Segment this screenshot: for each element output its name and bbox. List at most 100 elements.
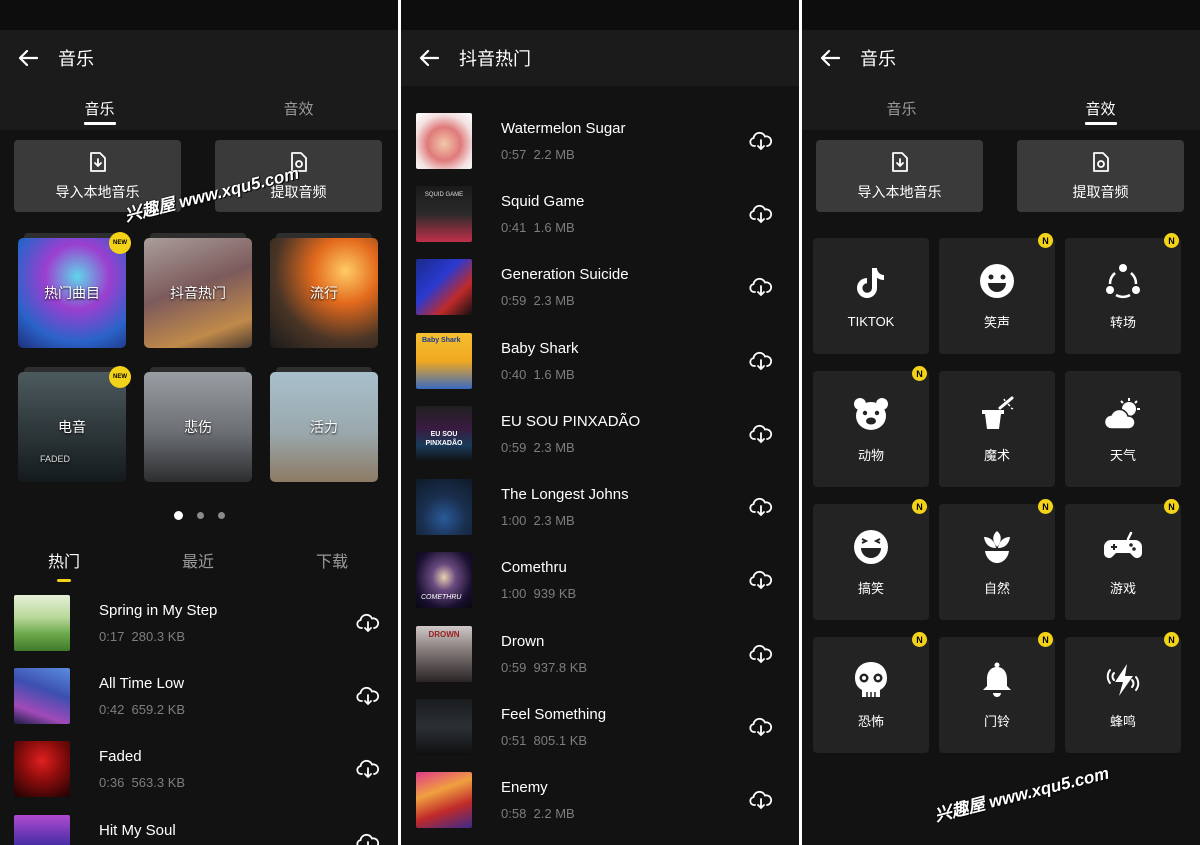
cloud-download-icon[interactable] <box>747 786 775 814</box>
effect-label: 搞笑 <box>857 580 884 596</box>
cloud-download-icon[interactable] <box>354 829 382 845</box>
effect-magic[interactable]: 魔术 <box>939 371 1055 487</box>
back-arrow-icon[interactable] <box>818 46 842 70</box>
flower-icon <box>980 528 1014 566</box>
song-row[interactable]: COMETHRU Comethru 1:00 939 KB <box>416 544 777 617</box>
song-row[interactable]: EU SOU PINXADÃO EU SOU PINXADÃO 0:59 2.3… <box>416 397 777 470</box>
category-hot-tracks[interactable]: 热门曲目 NEW <box>18 232 131 348</box>
page-title: 音乐 <box>860 49 896 69</box>
cloud-download-icon[interactable] <box>747 420 775 448</box>
category-label: 悲伤 <box>184 419 212 435</box>
effect-laughter[interactable]: 笑声 N <box>939 233 1055 354</box>
extract-label: 提取音频 <box>1072 184 1129 200</box>
category-energetic[interactable]: 活力 <box>270 367 378 482</box>
tab-music[interactable]: 音乐 <box>802 86 1001 130</box>
page-title: 抖音热门 <box>459 49 531 69</box>
cloud-download-icon[interactable] <box>747 200 775 228</box>
page-dot[interactable] <box>173 511 183 520</box>
extract-label: 提取音频 <box>270 184 327 200</box>
new-badge: N <box>1164 499 1179 514</box>
effect-label: 天气 <box>1109 447 1136 463</box>
effect-label: 动物 <box>857 447 884 463</box>
cloud-download-icon[interactable] <box>747 713 775 741</box>
song-title: Faded <box>99 748 142 766</box>
cloud-download-icon[interactable] <box>747 127 775 155</box>
effect-game[interactable]: 游戏 N <box>1065 499 1181 620</box>
category-douyin-hot[interactable]: 抖音热门 <box>144 233 252 348</box>
effect-animal[interactable]: 动物 N <box>813 366 929 487</box>
album-art: COMETHRU <box>416 552 472 609</box>
category-pop[interactable]: 流行 <box>270 233 378 348</box>
cloud-download-icon[interactable] <box>354 755 382 783</box>
effect-nature[interactable]: 自然 N <box>939 499 1055 620</box>
song-row[interactable]: SQUID GAME Squid Game 0:41 1.6 MB <box>416 177 777 250</box>
tab-sound-effects[interactable]: 音效 <box>1001 86 1200 130</box>
tab-sound-effects[interactable]: 音效 <box>199 86 398 130</box>
new-badge: N <box>1038 499 1053 514</box>
page-indicator <box>0 511 398 520</box>
back-arrow-icon[interactable] <box>417 46 441 70</box>
effect-horror[interactable]: 恐怖 N <box>813 632 929 753</box>
page-dot[interactable] <box>217 512 225 519</box>
effect-funny[interactable]: 搞笑 N <box>813 499 929 620</box>
effect-tiktok[interactable]: TIKTOK <box>813 238 929 354</box>
page-dot[interactable] <box>196 512 204 519</box>
music-screen: 音乐 音乐 音效 导入本地音乐 提取音频 热门曲目 NEW 抖音热门 流行 电音… <box>0 0 398 845</box>
song-row[interactable]: Baby Shark Baby Shark 0:40 1.6 MB <box>416 324 777 397</box>
list-tabs: 热门 最近 下载 <box>0 548 398 582</box>
song-meta: 0:36 563.3 KB <box>99 775 186 791</box>
cloud-download-icon[interactable] <box>747 493 775 521</box>
cloud-download-icon[interactable] <box>354 682 382 710</box>
cloud-download-icon[interactable] <box>747 273 775 301</box>
new-badge: N <box>912 499 927 514</box>
song-meta: 0:59 937.8 KB <box>501 659 588 675</box>
cloud-download-icon[interactable] <box>747 640 775 668</box>
song-row[interactable]: Watermelon Sugar 0:57 2.2 MB <box>416 104 777 177</box>
cloud-download-icon[interactable] <box>747 566 775 594</box>
weather-icon <box>1103 395 1143 433</box>
extract-audio-button[interactable]: 提取音频 <box>1017 140 1184 212</box>
song-row[interactable]: Enemy 0:58 2.2 MB <box>416 764 777 837</box>
effect-buzzer[interactable]: 蜂鸣 N <box>1065 632 1181 753</box>
effect-doorbell[interactable]: 门铃 N <box>939 632 1055 753</box>
extract-audio-button[interactable]: 提取音频 <box>215 140 382 212</box>
tab-recent[interactable]: 最近 <box>182 548 214 572</box>
song-meta: 0:51 805.1 KB <box>501 733 588 749</box>
song-row[interactable]: Faded 0:36 563.3 KB <box>14 733 384 806</box>
song-row[interactable]: All Time Low 0:42 659.2 KB <box>14 659 384 732</box>
album-art: EU SOU PINXADÃO <box>416 405 472 462</box>
back-arrow-icon[interactable] <box>16 46 40 70</box>
import-local-music-button[interactable]: 导入本地音乐 <box>14 140 181 212</box>
new-badge: N <box>1038 233 1053 248</box>
effect-weather[interactable]: 天气 <box>1065 371 1181 487</box>
song-row[interactable]: The Longest Johns 1:00 2.3 MB <box>416 470 777 543</box>
song-row[interactable]: Generation Suicide 0:59 2.3 MB <box>416 251 777 324</box>
song-row[interactable]: DROWN Drown 0:59 937.8 KB <box>416 617 777 690</box>
import-file-icon <box>891 152 908 172</box>
art-text: DROWN <box>428 629 460 639</box>
album-art <box>416 259 472 316</box>
import-local-music-button[interactable]: 导入本地音乐 <box>816 140 983 212</box>
tab-music[interactable]: 音乐 <box>0 86 199 130</box>
song-meta: 0:42 659.2 KB <box>99 701 186 717</box>
effect-transition[interactable]: 转场 N <box>1065 233 1181 354</box>
extract-audio-icon <box>290 152 307 172</box>
cloud-download-icon[interactable] <box>747 347 775 375</box>
song-title: Baby Shark <box>501 339 579 357</box>
status-bar <box>0 0 398 30</box>
tab-downloads[interactable]: 下载 <box>316 548 348 572</box>
song-row[interactable]: Feel Something 0:51 805.1 KB <box>416 690 777 763</box>
category-label: 热门曲目 <box>44 285 100 301</box>
song-row[interactable]: Hit My Soul <box>14 806 384 845</box>
category-electronic[interactable]: 电音 FADED NEW <box>18 366 131 482</box>
tab-hot[interactable]: 热门 <box>48 548 80 582</box>
song-meta: 0:59 2.3 MB <box>501 439 575 455</box>
import-label: 导入本地音乐 <box>55 184 140 200</box>
new-badge: N <box>1038 632 1053 647</box>
effect-label: 转场 <box>1109 314 1136 330</box>
cloud-download-icon[interactable] <box>354 609 382 637</box>
song-row[interactable]: Spring in My Step 0:17 280.3 KB <box>14 586 384 659</box>
category-sad[interactable]: 悲伤 <box>144 367 252 482</box>
category-grid: 热门曲目 NEW 抖音热门 流行 电音 FADED NEW 悲伤 活力 <box>18 232 378 482</box>
song-meta: 0:41 1.6 MB <box>501 219 575 235</box>
